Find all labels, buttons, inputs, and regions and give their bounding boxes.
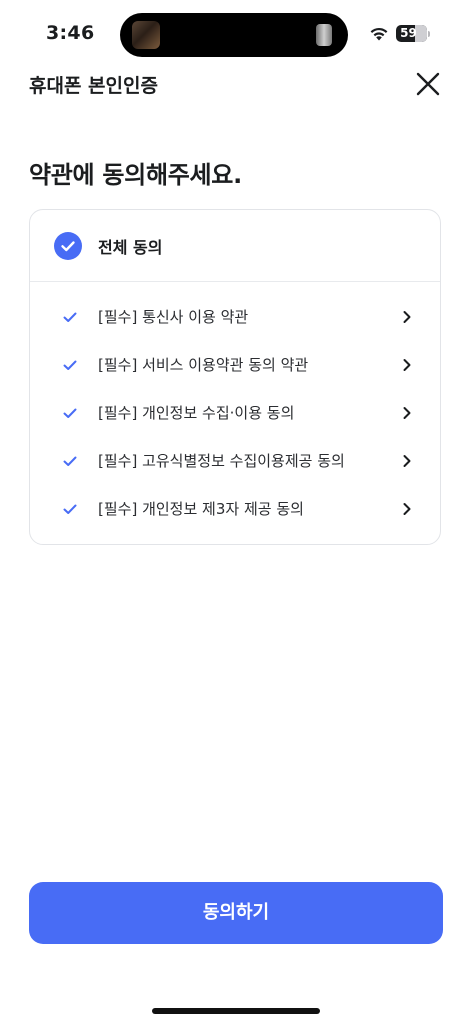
term-item[interactable]: [필수] 고유식별정보 수집이용제공 동의	[30, 439, 440, 483]
page-title: 약관에 동의해주세요.	[29, 161, 242, 189]
wifi-icon	[370, 27, 388, 41]
chevron-right-icon[interactable]	[401, 453, 413, 469]
term-item-label: [필수] 통신사 이용 약관	[98, 308, 249, 326]
term-item[interactable]: [필수] 통신사 이용 약관	[30, 295, 440, 339]
chevron-right-icon[interactable]	[401, 501, 413, 517]
term-item[interactable]: [필수] 개인정보 수집·이용 동의	[30, 391, 440, 435]
speaker-icon	[316, 24, 332, 46]
term-item-label: [필수] 고유식별정보 수집이용제공 동의	[98, 452, 345, 470]
term-item[interactable]: [필수] 서비스 이용약관 동의 약관	[30, 343, 440, 387]
header-title: 휴대폰 본인인증	[29, 75, 158, 97]
term-item[interactable]: [필수] 개인정보 제3자 제공 동의	[30, 487, 440, 531]
battery-icon: 59	[396, 25, 427, 42]
terms-card: 전체 동의 [필수] 통신사 이용 약관 [필수] 서비스 이용약관 동의 약관…	[29, 209, 441, 545]
chevron-right-icon[interactable]	[401, 405, 413, 421]
term-item-label: [필수] 개인정보 수집·이용 동의	[98, 404, 295, 422]
term-item-label: [필수] 개인정보 제3자 제공 동의	[98, 500, 304, 518]
check-icon	[63, 456, 77, 466]
term-item-label: [필수] 서비스 이용약관 동의 약관	[98, 356, 309, 374]
status-time: 3:46	[46, 22, 95, 44]
home-indicator[interactable]	[152, 1008, 320, 1014]
chevron-right-icon[interactable]	[401, 309, 413, 325]
agree-all-row[interactable]: 전체 동의	[30, 210, 440, 281]
dynamic-island	[120, 13, 348, 57]
agree-all-label: 전체 동의	[98, 238, 163, 257]
battery-tip	[428, 31, 430, 37]
divider	[30, 281, 440, 282]
check-icon	[63, 312, 77, 322]
check-icon	[63, 504, 77, 514]
agree-all-checkbox[interactable]	[54, 232, 82, 260]
check-icon	[63, 360, 77, 370]
check-icon	[63, 408, 77, 418]
battery-percent: 59	[400, 26, 417, 40]
close-icon	[416, 72, 440, 96]
chevron-right-icon[interactable]	[401, 357, 413, 373]
check-icon	[61, 241, 75, 252]
status-bar: 3:46 59	[0, 0, 472, 64]
close-button[interactable]	[414, 70, 442, 98]
now-playing-artwork	[132, 21, 160, 49]
agree-button[interactable]: 동의하기	[29, 882, 443, 944]
